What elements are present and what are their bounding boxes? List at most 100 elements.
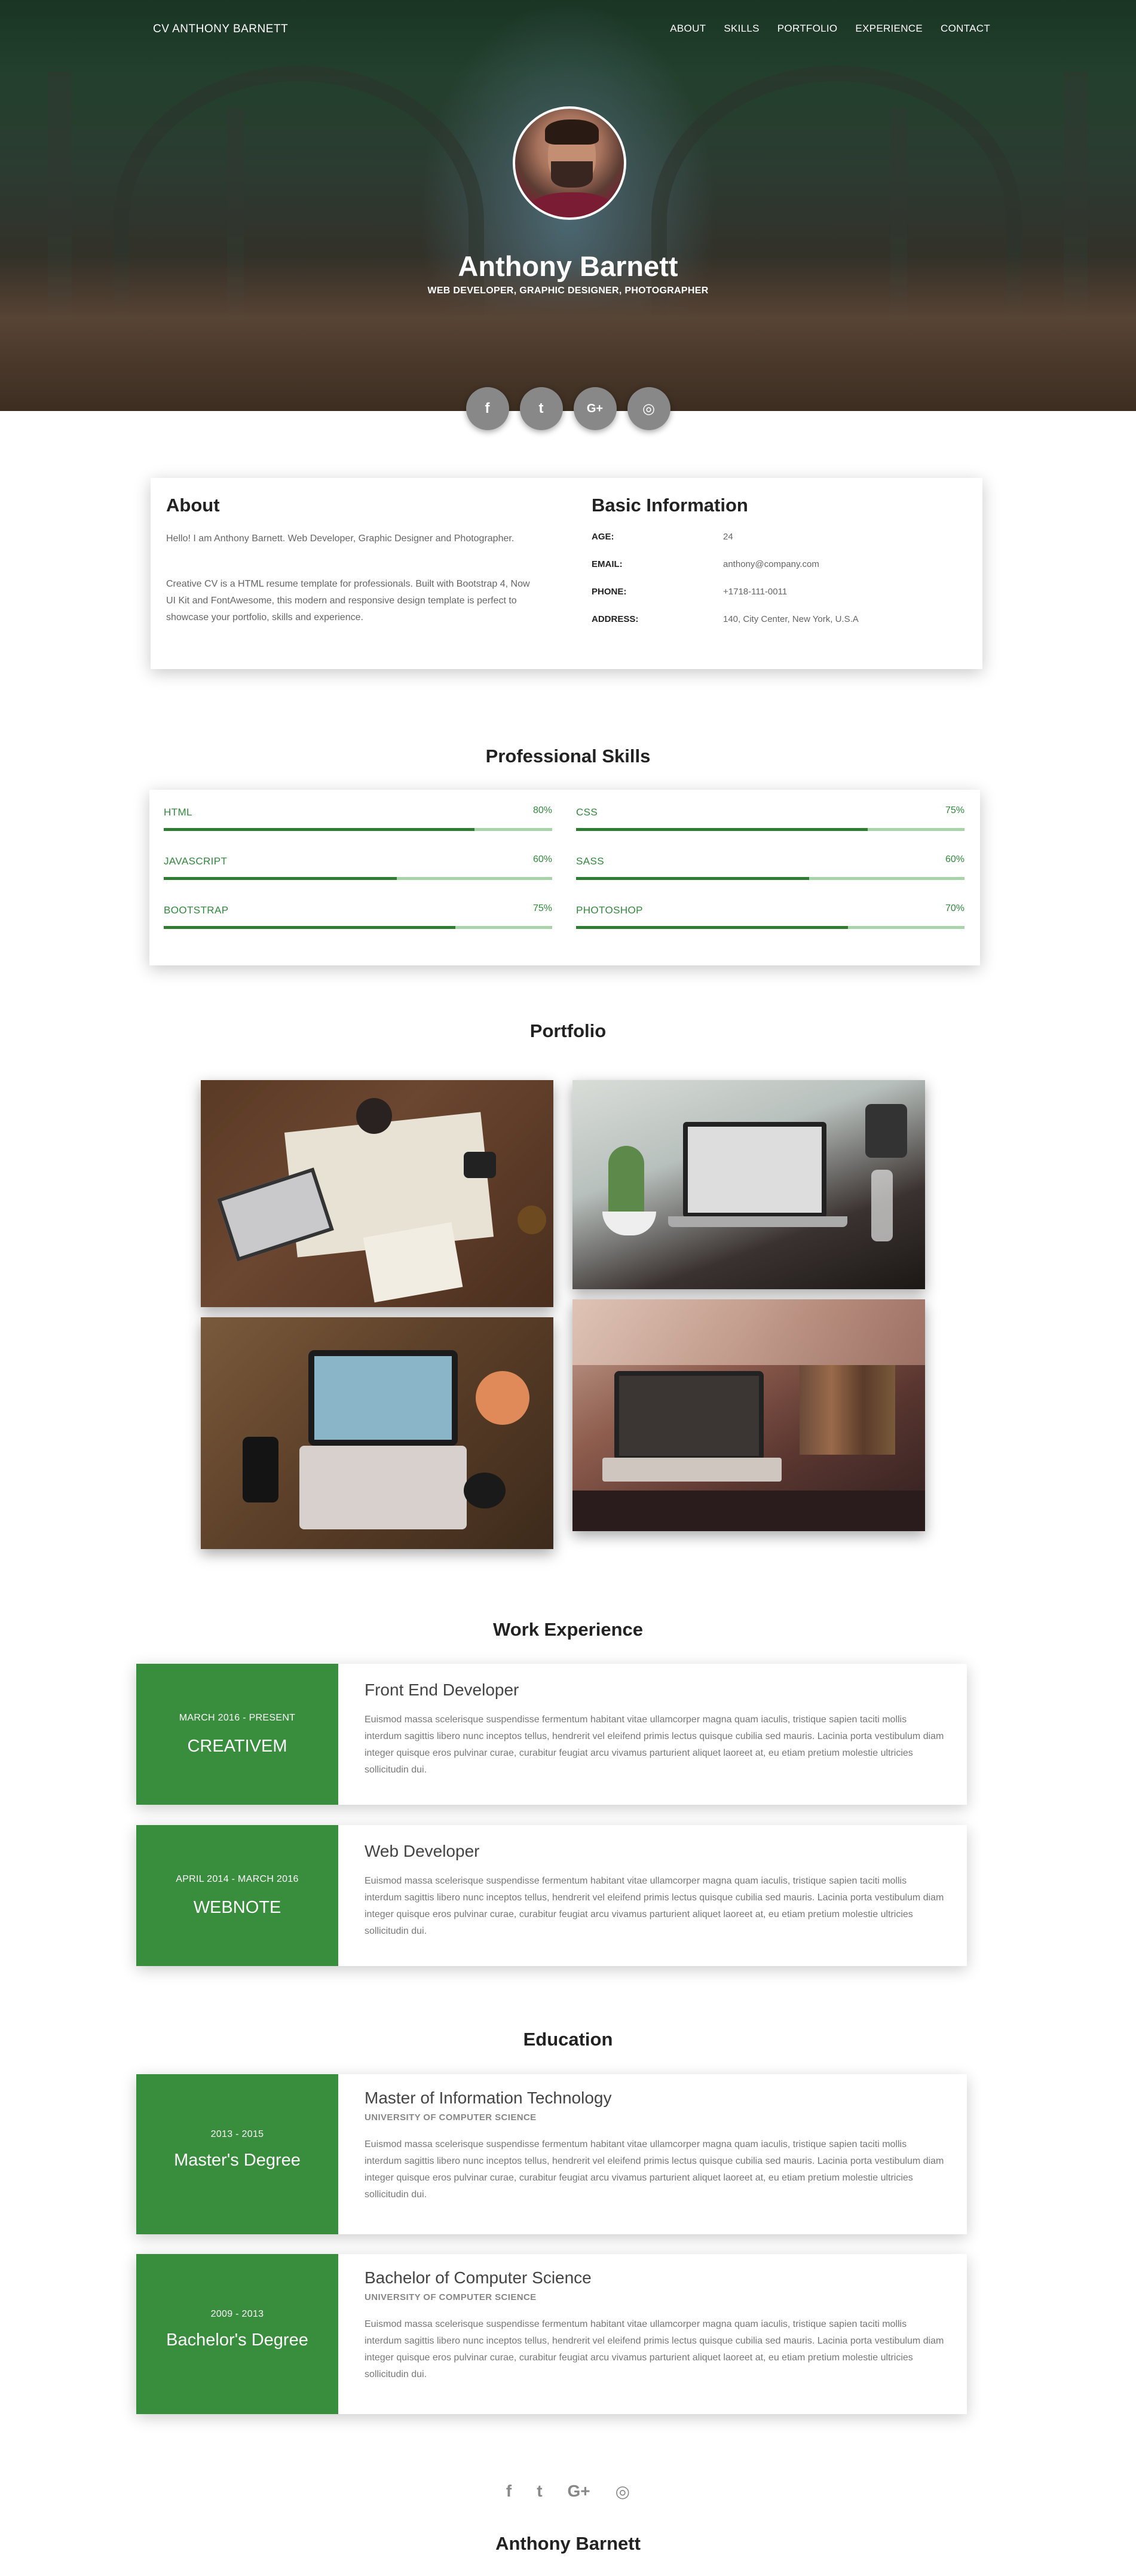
brand-logo[interactable]: CV ANTHONY BARNETT <box>153 23 288 36</box>
education-description: Euismod massa scelerisque suspendisse fe… <box>365 2319 944 2379</box>
skill-progress-fill <box>576 926 848 929</box>
experience-role: Front End Developer <box>365 1680 519 1699</box>
skill-progress-track <box>164 877 552 880</box>
education-school: UNIVERSITY OF COMPUTER SCIENCE <box>365 2292 537 2302</box>
skill-progress-fill <box>576 828 868 831</box>
portfolio-image-laptop-plant[interactable] <box>572 1080 925 1289</box>
experience-side-panel: MARCH 2016 - PRESENT CREATIVEM <box>136 1664 338 1805</box>
education-section-title: Education <box>523 2029 613 2050</box>
skill-progress-fill <box>576 877 809 880</box>
hero-banner: CV ANTHONY BARNETT ABOUT SKILLS PORTFOLI… <box>0 0 1136 411</box>
education-program: Master of Information Technology <box>365 2089 612 2107</box>
education-degree: Master's Degree <box>174 2151 301 2170</box>
top-navbar: CV ANTHONY BARNETT ABOUT SKILLS PORTFOLI… <box>0 0 1136 57</box>
skill-name: JAVASCRIPT <box>164 855 228 867</box>
skill-percent: 60% <box>945 854 964 864</box>
hero-name: Anthony Barnett <box>458 250 678 282</box>
experience-section-title: Work Experience <box>493 1619 643 1640</box>
skill-percent: 80% <box>532 805 552 815</box>
hero-social-links: f t G+ ◎ <box>0 387 1136 430</box>
skill-percent: 70% <box>945 903 964 913</box>
nav-link-contact[interactable]: CONTACT <box>941 23 990 35</box>
experience-description: Euismod massa scelerisque suspendisse fe… <box>365 1715 944 1775</box>
skill-css: CSS 75% <box>576 805 964 842</box>
skill-percent: 75% <box>532 903 552 913</box>
about-title: About <box>166 495 220 516</box>
education-date: 2009 - 2013 <box>210 2309 264 2319</box>
skill-percent: 75% <box>945 805 964 815</box>
experience-date: MARCH 2016 - PRESENT <box>179 1713 296 1723</box>
experience-company: CREATIVEM <box>187 1737 287 1756</box>
nav-link-about[interactable]: ABOUT <box>670 23 706 35</box>
education-card-bachelors: 2009 - 2013 Bachelor's Degree Bachelor o… <box>136 2254 967 2414</box>
info-value: 140, City Center, New York, U.S.A <box>723 614 859 624</box>
experience-company: WEBNOTE <box>193 1898 281 1917</box>
skill-progress-fill <box>164 926 455 929</box>
info-label: AGE: <box>592 532 614 542</box>
twitter-icon[interactable]: t <box>519 387 563 430</box>
portfolio-image-map-desk[interactable] <box>201 1080 553 1307</box>
info-value: +1718-111-0011 <box>723 587 788 597</box>
education-description: Euismod massa scelerisque suspendisse fe… <box>365 2139 944 2200</box>
education-degree: Bachelor's Degree <box>166 2330 308 2350</box>
education-side-panel: 2013 - 2015 Master's Degree <box>136 2074 338 2234</box>
about-card: About Hello! I am Anthony Barnett. Web D… <box>151 478 982 669</box>
portfolio-image-laptop-wood[interactable] <box>201 1317 553 1549</box>
twitter-icon[interactable]: t <box>537 2482 542 2501</box>
nav-link-experience[interactable]: EXPERIENCE <box>855 23 923 35</box>
info-label: ADDRESS: <box>592 614 639 624</box>
skill-progress-fill <box>164 828 474 831</box>
skill-progress-track <box>164 828 552 831</box>
skills-section-title: Professional Skills <box>485 746 651 766</box>
google-plus-icon[interactable]: G+ <box>568 2482 590 2501</box>
nav-link-skills[interactable]: SKILLS <box>724 23 759 35</box>
skill-sass: SASS 60% <box>576 854 964 891</box>
skill-name: CSS <box>576 806 598 818</box>
instagram-icon[interactable]: ◎ <box>627 387 670 430</box>
education-school: UNIVERSITY OF COMPUTER SCIENCE <box>365 2112 537 2123</box>
info-value: 24 <box>723 532 733 542</box>
info-value[interactable]: anthony@company.com <box>723 559 974 569</box>
experience-description: Euismod massa scelerisque suspendisse fe… <box>365 1876 944 1936</box>
skill-name: PHOTOSHOP <box>576 904 643 916</box>
facebook-icon[interactable]: f <box>506 2482 512 2501</box>
skill-progress-track <box>576 877 964 880</box>
skill-percent: 60% <box>532 854 552 864</box>
experience-date: APRIL 2014 - MARCH 2016 <box>176 1874 299 1884</box>
about-description: Creative CV is a HTML resume template fo… <box>166 579 530 622</box>
education-side-panel: 2009 - 2013 Bachelor's Degree <box>136 2254 338 2414</box>
skill-bootstrap: BOOTSTRAP 75% <box>164 903 552 940</box>
nav-menu: ABOUT SKILLS PORTFOLIO EXPERIENCE CONTAC… <box>652 23 990 35</box>
portfolio-image-laptop-books[interactable] <box>572 1299 925 1531</box>
skill-html: HTML 80% <box>164 805 552 842</box>
skills-card: HTML 80% CSS 75% JAVASCRIPT 60% SASS 60%… <box>149 790 980 965</box>
skill-name: HTML <box>164 806 192 818</box>
skill-javascript: JAVASCRIPT 60% <box>164 854 552 891</box>
skill-progress-track <box>576 828 964 831</box>
skill-progress-track <box>576 926 964 929</box>
skill-name: SASS <box>576 855 604 867</box>
experience-card-webnote: APRIL 2014 - MARCH 2016 WEBNOTE Web Deve… <box>136 1825 967 1966</box>
google-plus-icon[interactable]: G+ <box>573 387 617 430</box>
basic-info-title: Basic Information <box>592 495 748 516</box>
hero-role: WEB DEVELOPER, GRAPHIC DESIGNER, PHOTOGR… <box>427 286 709 296</box>
portfolio-section-title: Portfolio <box>529 1020 607 1041</box>
nav-link-portfolio[interactable]: PORTFOLIO <box>777 23 838 35</box>
about-intro: Hello! I am Anthony Barnett. Web Develop… <box>166 533 515 544</box>
education-date: 2013 - 2015 <box>210 2129 264 2139</box>
info-label: PHONE: <box>592 587 627 597</box>
profile-avatar <box>513 106 626 220</box>
education-card-masters: 2013 - 2015 Master's Degree Master of In… <box>136 2074 967 2234</box>
info-label: EMAIL: <box>592 559 623 569</box>
education-program: Bachelor of Computer Science <box>365 2268 592 2287</box>
footer-name: Anthony Barnett <box>495 2533 641 2554</box>
experience-card-creativem: MARCH 2016 - PRESENT CREATIVEM Front End… <box>136 1664 967 1805</box>
facebook-icon[interactable]: f <box>466 387 509 430</box>
instagram-icon[interactable]: ◎ <box>616 2482 630 2501</box>
skill-progress-fill <box>164 877 397 880</box>
experience-side-panel: APRIL 2014 - MARCH 2016 WEBNOTE <box>136 1825 338 1966</box>
skill-photoshop: PHOTOSHOP 70% <box>576 903 964 940</box>
skill-progress-track <box>164 926 552 929</box>
experience-role: Web Developer <box>365 1842 480 1860</box>
skill-name: BOOTSTRAP <box>164 904 229 916</box>
